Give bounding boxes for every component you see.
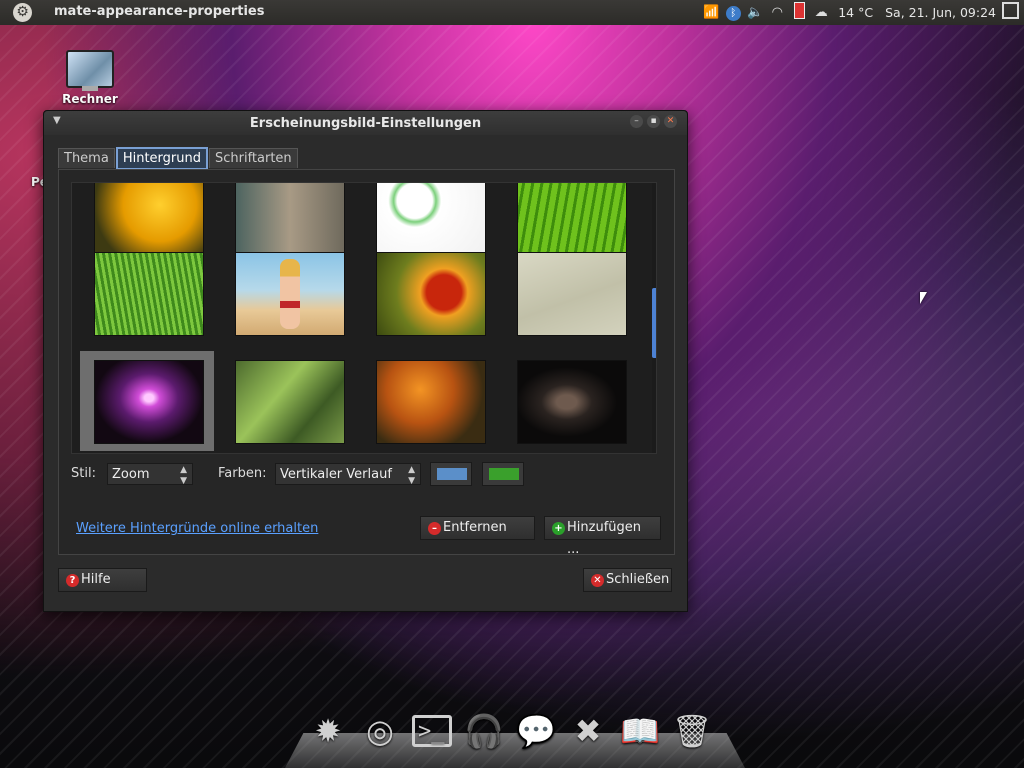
minimize-icon[interactable]: – [630,115,643,128]
wallpaper-thumb-dark-figure[interactable] [517,360,627,444]
add-button[interactable]: + Hinzufügen ... [544,516,661,557]
tab-theme[interactable]: Thema [58,148,115,168]
mouse-cursor-icon [920,292,927,304]
scrollbar-thumb[interactable] [652,288,656,358]
chromium-icon[interactable]: ◎ [357,709,403,753]
help-button[interactable]: ? Hilfe [58,568,147,592]
wifi-icon[interactable]: ◠ [766,5,788,20]
wallpaper-thumb-green-stems[interactable] [235,360,345,444]
trash-icon[interactable]: 🗑 [669,709,715,753]
system-tray: 📶 ᛒ 🔈 ◠ ☁ 14 °C Sa, 21. Jun, 09:24 [700,0,1024,25]
top-panel: ⚙ mate-appearance-properties 📶 ᛒ 🔈 ◠ ☁ 1… [0,0,1024,25]
remove-icon: – [428,522,441,535]
remove-button-label: Entfernen [443,520,507,535]
bluetooth-icon[interactable]: ᛒ [722,5,744,21]
help-button-label: Hilfe [81,572,111,587]
settings-gear-icon[interactable]: ✹ [305,709,351,753]
wallpaper-gallery[interactable] [71,182,657,454]
maximize-icon[interactable]: ▪ [647,115,660,128]
colors-select-value: Vertikaler Verlauf [280,467,392,482]
remove-button[interactable]: – Entfernen [420,516,535,540]
tab-fonts[interactable]: Schriftarten [208,148,298,168]
chat-icon[interactable]: 💬 [513,709,559,753]
colors-select[interactable]: Vertikaler Verlauf ▲ ▼ [275,463,421,486]
appearance-window: ▼ Erscheinungsbild-Einstellungen – ▪ ✕ T… [43,110,688,612]
wallpaper-thumb-green-leaf[interactable] [517,183,627,255]
desktop-icon-label: Rechner [62,92,118,106]
select-arrows-icon: ▲ ▼ [408,465,415,486]
wallpaper-thumb-orange-dandelion[interactable] [376,360,486,444]
style-select[interactable]: Zoom ▲ ▼ [107,463,193,486]
help-icon: ? [66,574,79,587]
select-arrows-icon: ▲ ▼ [180,465,187,486]
terminal-icon[interactable]: >_ [409,709,455,753]
network-antenna-icon[interactable]: 📶 [700,5,722,20]
wallpaper-thumb-orange-flower[interactable] [94,183,204,255]
tab-background[interactable]: Hintergrund [115,147,208,169]
gallery-scrollbar[interactable] [652,183,656,453]
style-label: Stil: [71,466,96,481]
colors-label: Farben: [218,466,267,481]
desktop-icon-computer[interactable]: Rechner [62,50,118,106]
wallpaper-thumb-pink-cube[interactable] [94,360,204,444]
active-app-title[interactable]: mate-appearance-properties [54,4,264,19]
wallpaper-thumb-beach-woman[interactable] [235,252,345,336]
window-titlebar[interactable]: ▼ Erscheinungsbild-Einstellungen – ▪ ✕ [44,111,687,135]
close-button-icon: ✕ [591,574,604,587]
secondary-color-button[interactable] [482,462,524,486]
temperature-label[interactable]: 14 °C [838,5,873,20]
close-button-label: Schließen [606,572,670,587]
close-x-icon[interactable]: ✖ [565,709,611,753]
clock[interactable]: Sa, 21. Jun, 09:24 [885,5,996,20]
weather-icon[interactable]: ☁ [810,5,832,20]
add-icon: + [552,522,565,535]
volume-icon[interactable]: 🔈 [744,5,766,20]
dock: ✹ ◎ >_ 🎧 💬 ✖ 📖 🗑 [285,705,745,768]
style-select-value: Zoom [112,467,150,482]
tie-book-icon[interactable]: 📖 [617,709,663,753]
user-menu-icon[interactable] [1002,2,1024,23]
mate-logo-icon[interactable]: ⚙ [13,3,32,22]
close-icon[interactable]: ✕ [664,115,677,128]
close-button[interactable]: ✕ Schließen [583,568,672,592]
add-button-label: Hinzufügen ... [567,520,641,557]
tab-bar: Thema Hintergrund Schriftarten [58,147,298,169]
primary-color-swatch [437,468,467,480]
wallpaper-thumb-blurred-beige[interactable] [235,183,345,255]
window-title: Erscheinungsbild-Einstellungen [249,116,482,131]
wallpaper-thumb-green-grass[interactable] [94,252,204,336]
headphones-icon[interactable]: 🎧 [461,709,507,753]
computer-icon [66,50,114,91]
woman-figure [280,259,300,329]
wallpaper-thumb-sand-texture[interactable] [517,252,627,336]
online-backgrounds-link[interactable]: Weitere Hintergründe online erhalten [76,521,318,536]
wallpaper-thumb-green-swirl-white[interactable] [376,183,486,255]
wallpaper-thumb-red-flower[interactable] [376,252,486,336]
battery-icon[interactable] [788,2,810,23]
primary-color-button[interactable] [430,462,472,486]
secondary-color-swatch [489,468,519,480]
background-panel: Stil: Zoom ▲ ▼ Farben: Vertikaler Verlauf… [58,169,675,557]
